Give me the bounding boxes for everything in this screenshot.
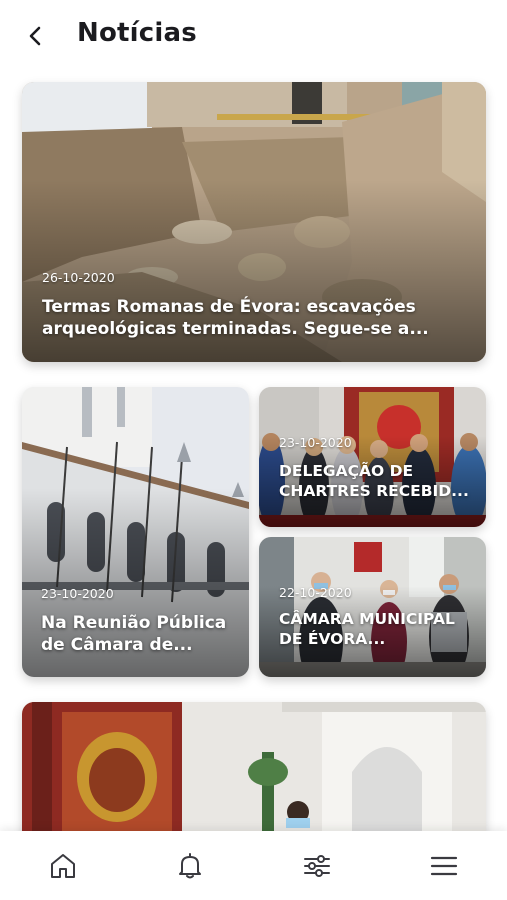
news-date: 23-10-2020 [279,435,352,450]
news-title: Na Reunião Pública de Câmara de... [41,613,227,656]
bottom-tab-bar [0,831,507,900]
news-card[interactable]: 22-10-2020 CÂMARA MUNICIPAL DE ÉVORA... [259,537,486,677]
bell-icon [179,852,202,878]
news-title: Termas Romanas de Évora: escavações arqu… [42,297,429,340]
news-title: CÂMARA MUNICIPAL DE ÉVORA... [279,610,455,649]
tab-home[interactable] [33,831,93,900]
news-card[interactable]: 26-10-2020 Termas Romanas de Évora: esca… [22,82,486,362]
news-date: 26-10-2020 [42,270,115,285]
tab-filters[interactable] [287,831,347,900]
news-date: 22-10-2020 [279,585,352,600]
page-title: Notícias [77,18,197,48]
menu-icon [430,856,457,875]
news-date: 23-10-2020 [41,586,114,601]
home-icon [51,853,76,878]
news-title: DELEGAÇÃO DE CHARTRES RECEBID... [279,462,469,501]
sliders-icon [303,854,330,877]
tab-notifications[interactable] [160,831,220,900]
chevron-left-icon[interactable] [22,22,50,50]
news-card[interactable]: 23-10-2020 DELEGAÇÃO DE CHARTRES RECEBID… [259,387,486,527]
news-card[interactable]: 23-10-2020 Na Reunião Pública de Câmara … [22,387,249,677]
header: Notícias [0,0,507,72]
tab-menu[interactable] [414,831,474,900]
